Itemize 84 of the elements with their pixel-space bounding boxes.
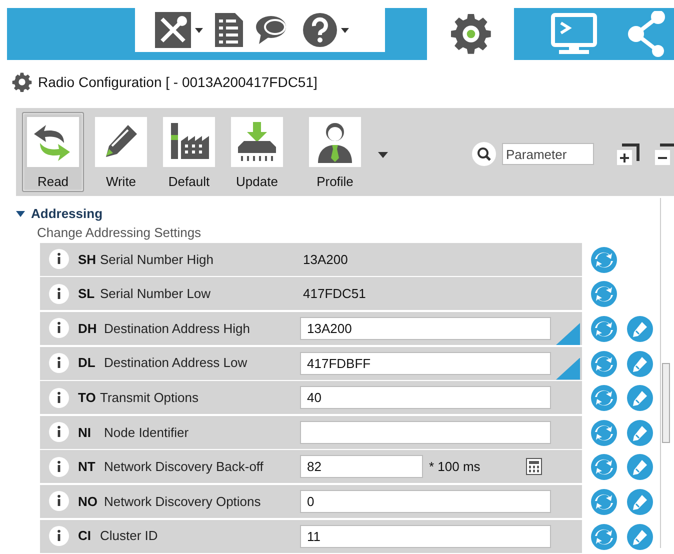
info-icon[interactable]	[49, 456, 69, 477]
default-icon	[163, 117, 215, 166]
info-icon[interactable]	[49, 318, 69, 338]
parameter-code: CI	[78, 527, 92, 546]
info-icon[interactable]	[49, 249, 69, 270]
scrollbar[interactable]	[660, 198, 670, 548]
pencil-icon[interactable]	[627, 524, 653, 550]
pencil-icon[interactable]	[627, 350, 653, 377]
search-field[interactable]: Parameter	[502, 143, 594, 165]
parameter-name: Serial Number High	[100, 250, 214, 269]
toolbar-panel[interactable]	[7, 8, 427, 60]
toolbar-button[interactable]: Default	[158, 112, 220, 192]
input-field[interactable]: 0	[300, 490, 551, 513]
read-icon	[27, 117, 79, 166]
caret-icon[interactable]	[341, 28, 349, 32]
parameter-code: TO	[78, 388, 97, 407]
info-icon[interactable]	[49, 353, 69, 374]
expand-icon[interactable]	[616, 143, 640, 165]
settings-icon[interactable]	[450, 13, 490, 55]
unit-label: * 100 ms	[429, 458, 480, 476]
parameter-value: 417FDC51	[303, 285, 366, 304]
refresh-icon[interactable]	[591, 350, 617, 377]
help-icon[interactable]	[303, 13, 337, 47]
input-field[interactable]: 417FDBFF	[300, 352, 551, 375]
pencil-icon[interactable]	[627, 454, 653, 480]
info-icon[interactable]	[49, 284, 69, 304]
parameter-name: Node Identifier	[104, 424, 189, 442]
list-icon[interactable]	[215, 13, 243, 47]
section-title: Addressing	[31, 205, 103, 223]
toolbar-button[interactable]: Profile	[304, 112, 366, 192]
input-field[interactable]: 11	[300, 524, 551, 548]
refresh-icon[interactable]	[591, 281, 617, 308]
input-field[interactable]: 82	[300, 455, 423, 478]
info-icon[interactable]	[49, 388, 69, 408]
refresh-icon[interactable]	[591, 524, 617, 550]
caret-icon[interactable]	[378, 152, 388, 158]
collapse-icon[interactable]	[654, 143, 674, 165]
calculator-icon[interactable]	[526, 458, 542, 476]
parameter-name: Network Discovery Options	[104, 492, 261, 511]
pencil-icon[interactable]	[627, 420, 653, 446]
toolbar-button[interactable]: Write	[90, 112, 152, 192]
pencil-icon[interactable]	[627, 488, 653, 515]
tools-icon[interactable]	[155, 12, 191, 48]
parameter-code: NT	[78, 458, 96, 476]
info-icon[interactable]	[49, 526, 69, 546]
info-icon[interactable]	[49, 422, 69, 442]
profile-icon	[309, 117, 361, 166]
refresh-icon[interactable]	[591, 420, 617, 446]
gear-icon	[12, 72, 32, 92]
toolbar-button[interactable]: Update	[226, 112, 288, 192]
parameter-name: Transmit Options	[100, 388, 198, 407]
parameter-name: Destination Address Low	[104, 354, 248, 372]
parameter-name: Serial Number Low	[100, 285, 211, 304]
parameter-name: Network Discovery Back-off	[104, 458, 264, 476]
parameter-code: SH	[78, 250, 98, 269]
input-field[interactable]: 13A200	[300, 316, 551, 340]
toolbar-button[interactable]: Read	[22, 112, 84, 192]
info-icon[interactable]	[49, 491, 69, 512]
search-icon[interactable]	[472, 142, 496, 166]
update-icon	[231, 117, 283, 166]
input-field[interactable]: 40	[300, 386, 551, 410]
section-subtitle: Change Addressing Settings	[36, 224, 202, 242]
refresh-icon[interactable]	[591, 316, 617, 342]
parameter-code: NO	[78, 492, 98, 511]
refresh-icon[interactable]	[591, 246, 617, 273]
refresh-icon[interactable]	[591, 385, 617, 412]
refresh-icon[interactable]	[591, 454, 617, 480]
pencil-icon[interactable]	[627, 385, 653, 412]
parameter-code: DH	[78, 320, 98, 338]
refresh-icon[interactable]	[591, 488, 617, 515]
parameter-name: Cluster ID	[100, 527, 158, 546]
parameter-name: Destination Address High	[104, 320, 250, 338]
window-title: Radio Configuration [ - 0013A200417FDC51]	[38, 72, 318, 92]
caret-icon[interactable]	[195, 28, 203, 32]
collapse-caret-icon[interactable]	[16, 210, 25, 217]
parameter-value: 13A200	[303, 250, 348, 269]
pencil-icon[interactable]	[627, 316, 653, 342]
input-field[interactable]	[300, 420, 551, 444]
write-icon	[95, 117, 147, 166]
parameter-code: SL	[78, 285, 96, 304]
monitor-icon[interactable]	[551, 13, 597, 55]
parameter-code: DL	[78, 354, 96, 372]
scrollbar-thumb[interactable]	[662, 363, 670, 443]
parameter-code: NI	[78, 424, 92, 442]
